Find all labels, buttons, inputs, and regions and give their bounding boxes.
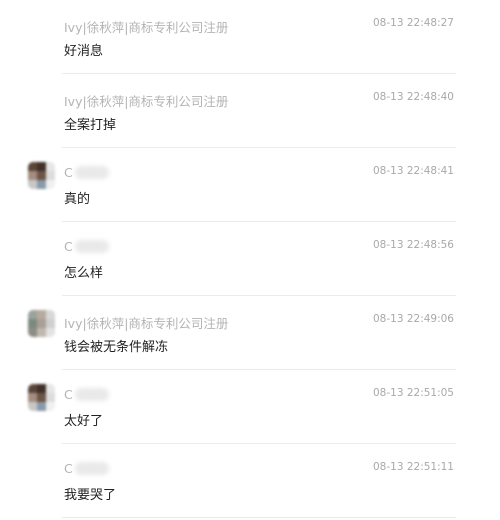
avatar-pixel [28,310,37,319]
message-item: Ivy|徐秋萍|商标专利公司注册 08-13 22:48:27 好消息 [0,0,500,74]
message-timestamp: 08-13 22:48:40 [372,91,454,103]
message-item: Ivy|徐秋萍|商标专利公司注册 08-13 22:49:06 钱会被无条件解冻 [0,296,500,370]
message-item: Ivy|徐秋萍|商标专利公司注册 08-13 22:48:40 全案打掉 [0,74,500,148]
avatar-pixel [28,162,37,171]
message-timestamp: 08-13 22:48:27 [372,17,454,29]
message-timestamp: 08-13 22:51:05 [372,387,454,399]
sender-name[interactable]: C [64,461,109,476]
sender-name[interactable]: Ivy|徐秋萍|商标专利公司注册 [64,313,228,332]
message-text: 全案打掉 [64,118,117,133]
avatar[interactable] [28,310,55,337]
message-timestamp: 08-13 22:48:41 [372,165,454,177]
avatar-pixel [37,393,46,402]
avatar[interactable] [28,384,55,411]
divider [62,517,456,518]
name-redaction [74,462,109,475]
sender-name[interactable]: Ivy|徐秋萍|商标专利公司注册 [64,91,228,110]
message-timestamp: 08-13 22:49:06 [372,313,454,325]
avatar[interactable] [28,162,55,189]
message-text: 怎么样 [64,266,104,281]
message-text: 我要哭了 [64,488,117,503]
avatar-pixel [28,393,37,402]
sender-name[interactable]: C [64,387,109,402]
avatar-pixel [37,402,46,411]
message-list: Ivy|徐秋萍|商标专利公司注册 08-13 22:48:27 好消息 Ivy|… [0,0,500,518]
name-redaction [74,240,109,253]
sender-name[interactable]: C [64,165,109,180]
avatar-pixel [46,328,55,337]
avatar-pixel [46,384,55,393]
sender-name[interactable]: Ivy|徐秋萍|商标专利公司注册 [64,17,228,36]
avatar-pixel [46,393,55,402]
sender-name[interactable]: C [64,239,109,254]
avatar-pixel [28,180,37,189]
avatar-pixel [28,402,37,411]
avatar-pixel [37,180,46,189]
message-text: 太好了 [64,414,104,429]
message-timestamp: 08-13 22:51:11 [372,461,454,473]
avatar-pixel [28,319,37,328]
name-redaction [74,166,109,179]
avatar-pixel [46,402,55,411]
avatar-pixel [46,162,55,171]
avatar-pixel [37,384,46,393]
avatar-pixel [46,319,55,328]
message-text: 真的 [64,192,91,207]
message-text: 好消息 [64,44,104,59]
name-redaction [74,388,109,401]
message-item: C 08-13 22:48:56 怎么样 [0,222,500,296]
avatar-pixel [37,310,46,319]
avatar-pixel [46,310,55,319]
avatar-pixel [28,171,37,180]
avatar-pixel [46,171,55,180]
message-text: 钱会被无条件解冻 [64,340,169,355]
message-item: C 08-13 22:51:05 太好了 [0,370,500,444]
avatar-pixel [37,319,46,328]
avatar-pixel [28,328,37,337]
message-item: C 08-13 22:51:11 我要哭了 [0,444,500,518]
avatar-pixel [37,328,46,337]
avatar-pixel [28,384,37,393]
avatar-pixel [37,171,46,180]
avatar-pixel [37,162,46,171]
message-item: C 08-13 22:48:41 真的 [0,148,500,222]
message-timestamp: 08-13 22:48:56 [372,239,454,251]
avatar-pixel [46,180,55,189]
